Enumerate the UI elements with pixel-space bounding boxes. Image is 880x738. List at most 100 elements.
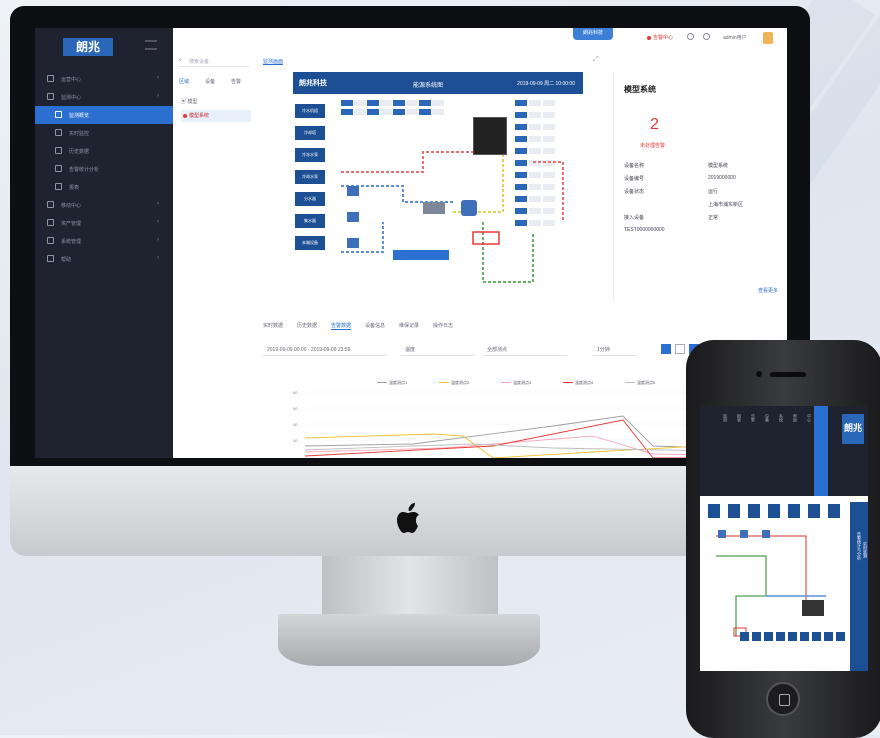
alarm-count: 2 [650,116,659,133]
chevron-right-icon: › [157,93,159,99]
content-tab[interactable]: 操作日志 [433,322,453,329]
query-button[interactable] [661,344,671,354]
y-tick-label: 50 [293,406,298,411]
phone-home-button[interactable] [766,682,800,716]
sidebar-item[interactable]: 移动中心 › [35,196,173,214]
diagram-nav-button[interactable]: 冷却水泵 [295,170,325,184]
alarm-center-link[interactable]: 告警中心 [653,34,673,41]
table-view-button[interactable] [675,344,685,354]
imac-stand-foot [278,614,540,666]
info-value: 运行 [708,189,719,195]
content-tab[interactable]: 告警数据 [331,322,352,330]
diagram-datetime: 2019-09-09 周二 10:00:00 [517,81,575,87]
info-value: 正常 [708,215,719,221]
info-title: 模型系统 [624,85,656,94]
diagram-header: 朗兆科技 能源系统图 2019-09-09 周二 10:00:00 [293,72,583,94]
phone-menu-item[interactable]: 中心 [804,414,812,422]
chevron-right-icon: › [157,201,159,207]
info-key: TEST0000000000 [624,227,665,233]
user-name[interactable]: admin用户 [723,34,747,41]
y-tick-label: 30 [293,438,298,443]
sidebar-item-label: 资产管理 [61,221,82,227]
phone-menu-item[interactable]: 报表 [734,414,742,422]
sidebar-item[interactable]: 系统管理 › [35,232,173,250]
tree-node-label: 模型 [187,99,198,105]
phone-status-cell [752,632,761,641]
phone-status-cell [788,632,797,641]
sidebar-item[interactable]: 实时监控 [35,124,173,142]
phone-menu-item[interactable]: 监测 [720,414,728,422]
search-icon: ⌕ [179,57,182,63]
menu-toggle-icon[interactable] [145,40,157,50]
phone-menu-item[interactable]: 告警 [748,414,756,422]
phone-menu-active[interactable] [814,406,828,496]
diagram-nav-button[interactable]: 冷水机组 [295,104,325,118]
diagram-nav-button[interactable]: 冷却塔 [295,126,325,140]
info-value: 模型系统 [708,163,729,169]
content-tab[interactable]: 实时数据 [263,322,283,329]
history-icon [55,147,62,154]
sidebar-item[interactable]: 告警统计分析 [35,160,173,178]
phone-status-cell [824,632,833,641]
phone-side-label[interactable]: 告警统计与分析 [856,532,862,671]
valve-icon [472,231,500,245]
content-tab[interactable]: 维保记录 [399,322,419,329]
diagram-nav-button[interactable]: 分水器 [295,192,325,206]
desktop-app-screen: 朗兆 运营中心 › 监测中心 › 监测概览 实时监控 历史数据 告警统计分析 报表 移动中心 › 资产… [35,28,787,458]
view-more-link[interactable]: 查看更多 [758,287,778,294]
breadcrumb[interactable]: 监测画面 [263,58,283,65]
phone-menu-item[interactable]: 设备 [762,414,770,422]
phone-menu-item[interactable]: 系统 [776,414,784,422]
tree-leaf-selected[interactable]: 模型系统 [181,110,251,122]
diagram-nav-button[interactable]: 集水器 [295,214,325,228]
sidebar-item[interactable]: 历史数据 [35,142,173,160]
content-tab[interactable]: 历史数据 [297,322,317,329]
sidebar-item[interactable]: 监测概览 [35,106,173,124]
sidebar-item-label: 移动中心 [61,203,82,209]
legend-label: 温度测点4 [575,380,594,385]
sidebar: 朗兆 运营中心 › 监测中心 › 监测概览 实时监控 历史数据 告警统计分析 报表 移动中心 › 资产… [35,28,173,458]
info-panel: 模型系统 2 未处理告警 设备名称 模型系统 设备编号 2019000000 设备状态 运… [613,72,787,302]
heat-exchanger-icon [423,202,445,214]
sidebar-item-label: 运营中心 [61,77,82,83]
tree-tab-device[interactable]: 设备 [205,78,215,85]
alarm-count-label: 未处理告警 [640,143,666,149]
phone-side-panel: 实时监测 告警统计与分析 [850,502,868,671]
phone-screen: 监测 报表 告警 设备 系统 帮助 中心 朗兆 实时监测 告警统计与分析 [700,406,868,671]
phone-menu-item[interactable]: 帮助 [790,414,798,422]
legend-label: 温度测点3 [513,380,532,385]
phone-status-cell [812,632,821,641]
alarm-dot-icon [647,36,651,40]
help-icon[interactable] [687,33,694,40]
tree-node[interactable]: ▣ 模型 [181,98,197,105]
sidebar-item[interactable]: 运营中心 › [35,70,173,88]
sidebar-item[interactable]: 报表 [35,178,173,196]
tree-search-input[interactable]: ⌕ 搜索设备 [179,56,249,67]
notification-icon[interactable] [703,33,710,40]
sidebar-item[interactable]: 资产管理 › [35,214,173,232]
avatar[interactable] [763,32,773,44]
tree-tab-alarm[interactable]: 告警 [231,78,241,85]
sidebar-item[interactable]: 帮助 › [35,250,173,268]
y-tick-label: 60 [293,390,298,395]
phone-camera [756,371,762,377]
brand-badge[interactable]: 朗兆科技 [573,28,613,40]
interval-select[interactable]: 1分钟 [593,345,637,356]
legend-label: 温度测点5 [637,380,656,385]
diagram-nav-button[interactable]: 冷冻水泵 [295,148,325,162]
tree-tab-area[interactable]: 区域 [179,78,189,85]
pipe-network [341,142,564,283]
phone-side-label[interactable]: 实时监测 [862,542,868,671]
type-select[interactable]: 温度 [401,345,475,356]
diagram-nav-button[interactable]: 末端设备 [295,236,325,250]
sidebar-item[interactable]: 监测中心 › [35,88,173,106]
point-select[interactable]: 全部测点 [483,345,567,356]
content-tab[interactable]: 设备信息 [365,322,385,329]
alarm-dot-icon [183,114,187,118]
apple-logo-icon [397,503,419,533]
legend-swatch [501,382,511,384]
chevron-right-icon: › [157,237,159,243]
fullscreen-icon[interactable]: ⤢ [593,56,599,64]
settings-icon [47,237,54,244]
date-range-picker[interactable]: 2019-09-09 00:00 - 2019-09-09 23:59 [263,345,387,356]
